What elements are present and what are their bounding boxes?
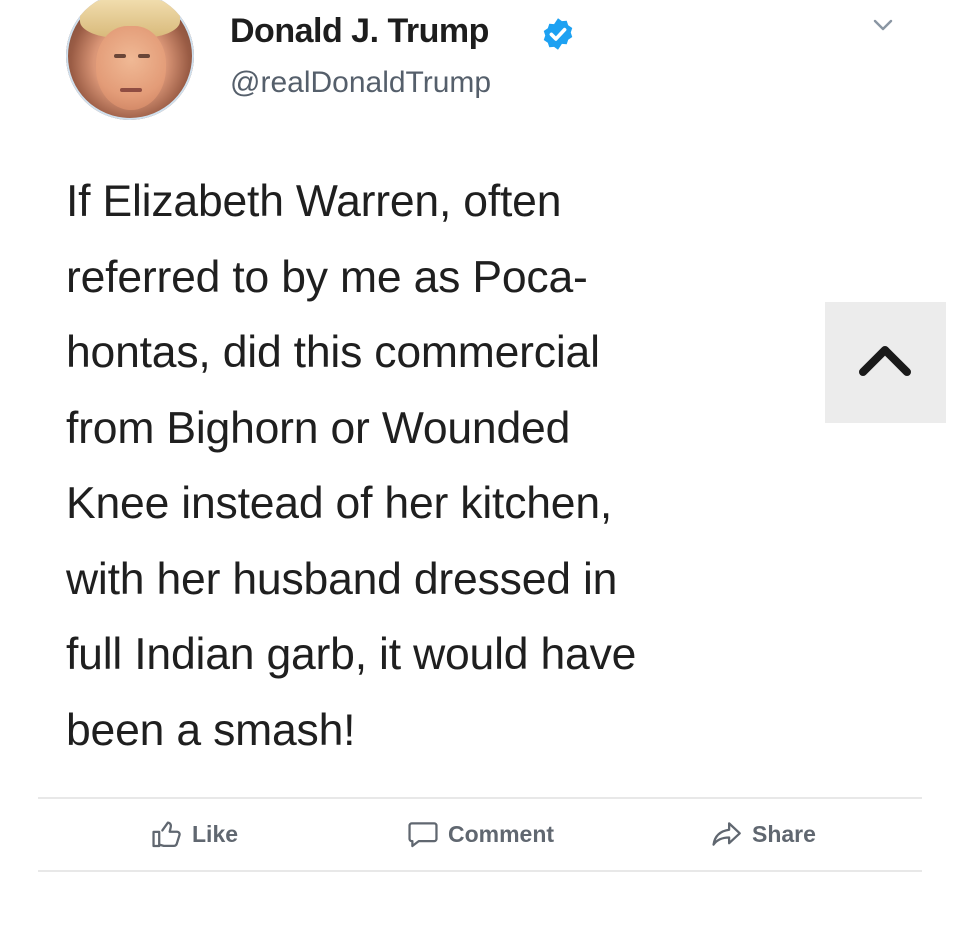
tweet-text-line: Knee instead of her kitchen, xyxy=(66,479,613,528)
scroll-to-top-button[interactable] xyxy=(825,302,946,423)
share-label: Share xyxy=(752,820,816,847)
divider xyxy=(38,870,922,872)
share-button[interactable]: Share xyxy=(710,816,816,852)
tweet-text-line: referred to by me as Poca- xyxy=(66,252,588,302)
tweet-text: If Elizabeth Warren, often referred to b… xyxy=(66,164,826,768)
chevron-down-icon[interactable] xyxy=(868,10,898,40)
divider xyxy=(38,797,922,799)
tweet-text-line: If Elizabeth Warren, often xyxy=(66,177,562,226)
avatar[interactable] xyxy=(66,0,194,120)
avatar-eye xyxy=(138,54,150,58)
avatar-mouth xyxy=(120,88,142,92)
avatar-face xyxy=(96,26,166,110)
author-handle[interactable]: @realDonaldTrump xyxy=(230,66,491,100)
like-label: Like xyxy=(192,820,239,847)
share-arrow-icon xyxy=(712,822,741,846)
like-button[interactable]: Like xyxy=(150,816,238,852)
tweet-text-line: hontas, did this commercial xyxy=(66,328,600,377)
tweet-text-line: been a smash! xyxy=(66,705,356,755)
verified-badge-icon xyxy=(543,18,573,50)
tweet-text-line: with her husband dressed in xyxy=(66,554,618,604)
avatar-eye xyxy=(114,54,126,58)
chevron-up-icon xyxy=(859,346,911,376)
comment-button[interactable]: Comment xyxy=(406,816,554,852)
comment-label: Comment xyxy=(448,820,555,847)
tweet-text-line: from Bighorn or Wounded xyxy=(66,403,571,453)
thumbs-up-icon xyxy=(152,821,181,848)
comment-bubble-icon xyxy=(408,822,438,848)
tweet-text-line: full Indian garb, it would have xyxy=(66,630,637,679)
author-name[interactable]: Donald J. Trump xyxy=(230,12,489,51)
